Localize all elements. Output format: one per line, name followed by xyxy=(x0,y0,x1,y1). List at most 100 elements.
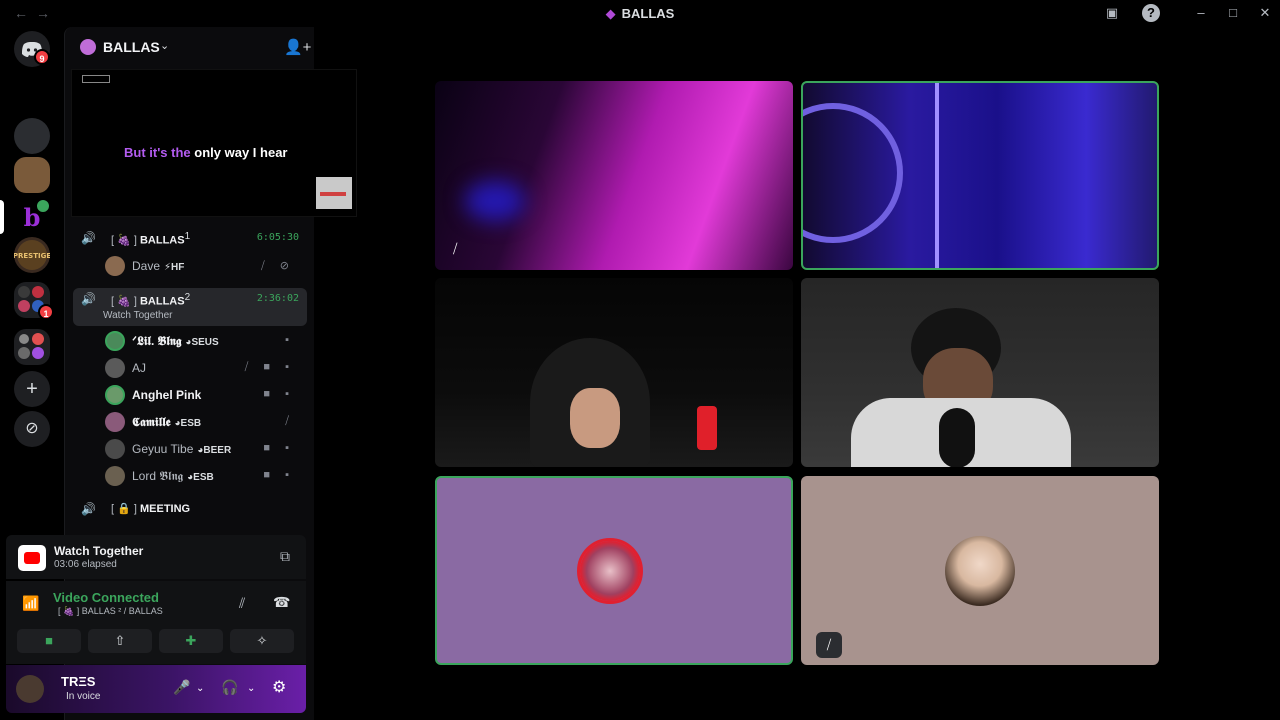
voice-channel-ballas-2[interactable]: 🔊 [ 🍇 ] BALLAS2 2:36:02 Watch Together xyxy=(73,288,307,326)
server-name: BALLAS xyxy=(103,39,160,55)
inbox-icon[interactable]: ▣ xyxy=(1103,4,1121,22)
video-tile-speaking[interactable] xyxy=(435,476,793,665)
voice-channel-meeting[interactable]: 🔊 [ 🔒 ] MEETING xyxy=(73,498,307,522)
member-status-icons: ■ ▪ xyxy=(263,469,295,481)
activity-elapsed: 03:06 elapsed xyxy=(54,559,117,570)
video-tile[interactable]: ⧸ xyxy=(801,476,1159,665)
folder-badge: 1 xyxy=(38,304,54,320)
disconnect-icon[interactable]: ☎ xyxy=(273,594,290,611)
invite-icon[interactable]: 👤+ xyxy=(284,38,311,56)
popout-icon[interactable]: ⧉ xyxy=(280,548,290,565)
voice-status-panel: 📶 Video Connected [ 🍇 ] BALLAS ² / BALLA… xyxy=(6,581,306,664)
activity-preview[interactable]: But it's the only way I hear xyxy=(71,69,357,217)
speaker-icon: 🔊 xyxy=(81,292,96,306)
camera-button[interactable]: ■ xyxy=(17,629,81,653)
lyric-line: But it's the only way I hear xyxy=(124,145,287,160)
avatar xyxy=(945,536,1015,606)
selected-pill xyxy=(0,200,4,234)
member-name-text: ᐟ𝕷𝖎𝖑. 𝕭𝖑𝖓𝖌 xyxy=(132,334,182,348)
voice-channel-ballas-1[interactable]: 🔊 [ 🍇 ] BALLAS1 6:05:30 xyxy=(73,227,307,251)
chevron-down-icon[interactable]: ⌄ xyxy=(247,683,255,694)
member-name-text: Anghel Pink xyxy=(132,388,202,402)
svg-text:PRESTIGE: PRESTIGE xyxy=(14,252,50,260)
member-name: ᐟ𝕷𝖎𝖑. 𝕭𝖑𝖓𝖌 ◕SEUS xyxy=(132,334,219,349)
gem-icon: ◆ xyxy=(605,6,616,21)
microphone-icon[interactable]: 🎤 xyxy=(173,679,190,696)
video-tile[interactable] xyxy=(801,278,1159,467)
member-name: 𝕮𝖆𝖒𝖎𝖑𝖑𝖊 ◕ESB xyxy=(132,415,201,430)
member-name-text: 𝕮𝖆𝖒𝖎𝖑𝖑𝖊 xyxy=(132,415,171,429)
member-row[interactable]: Lord 𝕭𝖑𝖓𝖌 ◕ESB ■ ▪ xyxy=(101,465,301,487)
member-name-text: Geyuu Tibe xyxy=(132,442,194,456)
help-icon[interactable]: ? xyxy=(1142,4,1160,22)
add-server-icon[interactable]: + xyxy=(14,371,50,407)
user-name: TRΞS xyxy=(61,674,96,689)
server-icon-prestige[interactable]: PRESTIGE xyxy=(13,237,51,273)
window-title-text: BALLAS xyxy=(621,6,675,21)
close-icon[interactable]: ✕ xyxy=(1256,4,1274,22)
member-status-icons: ⧸ xyxy=(285,415,295,427)
voice-status[interactable]: Video Connected xyxy=(53,590,159,605)
voice-location[interactable]: [ 🍇 ] BALLAS ² / BALLAS xyxy=(58,606,163,617)
video-tile[interactable]: ⧸ xyxy=(435,81,793,270)
member-status-icons: ⧸ ⊘ xyxy=(260,260,295,272)
member-name: Anghel Pink xyxy=(132,388,201,402)
member-tag: ◕SEUS xyxy=(185,337,219,348)
channel-bracket: [ 🍇 ] xyxy=(111,234,137,247)
video-tile-speaking[interactable] xyxy=(801,81,1159,270)
minimize-icon[interactable]: – xyxy=(1192,4,1210,22)
avatar xyxy=(105,358,125,378)
avatar[interactable] xyxy=(16,675,44,703)
settings-icon[interactable]: ⚙ xyxy=(272,677,286,697)
activity-panel[interactable]: Watch Together 03:06 elapsed ⧉ xyxy=(6,535,306,579)
member-row[interactable]: 𝕮𝖆𝖒𝖎𝖑𝖑𝖊 ◕ESB ⧸ xyxy=(101,411,301,433)
member-name-text: Lord 𝕭𝖑𝖓𝖌 xyxy=(132,469,184,483)
home-badge: 9 xyxy=(34,49,50,65)
muted-icon: ⧸ xyxy=(816,632,842,658)
channel-name: MEETING xyxy=(139,503,191,515)
channel-label: [ 🔒 ] MEETING xyxy=(111,502,190,515)
channel-label: [ 🍇 ] BALLAS1 xyxy=(111,231,190,247)
server-icon-1[interactable] xyxy=(14,118,50,154)
member-row[interactable]: Dave ⚡HF ⧸ ⊘ xyxy=(101,255,301,277)
server-header[interactable]: BALLAS ⌄ 👤+ xyxy=(65,27,315,67)
lyric-highlight: But it's the xyxy=(124,145,191,160)
avatar xyxy=(105,466,125,486)
speaker-icon: 🔊 xyxy=(81,502,96,516)
member-name: AJ xyxy=(132,361,146,375)
member-name: Geyuu Tibe ◕BEER xyxy=(132,442,231,456)
noise-suppression-icon[interactable]: ⫽ xyxy=(239,595,245,612)
explore-icon[interactable]: ⊘ xyxy=(14,411,50,447)
video-blob xyxy=(465,181,525,221)
maximize-icon[interactable]: □ xyxy=(1224,4,1242,22)
member-tag: ◕BEER xyxy=(197,445,232,456)
channel-sup: 2 xyxy=(184,292,191,303)
speaker-icon: 🔊 xyxy=(81,231,96,245)
soundboard-button[interactable]: ✧ xyxy=(230,629,294,653)
youtube-icon xyxy=(18,545,46,571)
member-status-icons: ■ ▪ xyxy=(263,442,295,454)
server-badge-icon xyxy=(80,39,96,55)
activity-button[interactable]: ✚ xyxy=(159,629,223,653)
window-title: ◆ BALLAS xyxy=(0,6,1280,22)
channel-bracket: [ 🔒 ] xyxy=(111,503,137,515)
member-row[interactable]: ᐟ𝕷𝖎𝖑. 𝕭𝖑𝖓𝖌 ◕SEUS ▪ xyxy=(101,330,301,352)
member-row[interactable]: Anghel Pink ■ ▪ xyxy=(101,384,301,406)
user-panel: TRΞS In voice 🎤 ⌄ 🎧 ⌄ ⚙ xyxy=(6,665,306,713)
avatar xyxy=(105,331,125,351)
member-row[interactable]: Geyuu Tibe ◕BEER ■ ▪ xyxy=(101,438,301,460)
server-folder-icon-2[interactable] xyxy=(14,329,50,365)
chevron-down-icon[interactable]: ⌄ xyxy=(196,683,204,694)
member-row[interactable]: AJ ⧸ ■ ▪ xyxy=(101,357,301,379)
server-icon-2[interactable] xyxy=(14,157,50,193)
headset-icon[interactable]: 🎧 xyxy=(221,679,238,696)
fan-ring xyxy=(803,103,903,243)
video-tile[interactable] xyxy=(435,278,793,467)
member-name-text: AJ xyxy=(132,361,147,375)
channel-timer: 6:05:30 xyxy=(256,232,299,243)
activity-badge-icon xyxy=(35,198,51,214)
user-status: In voice xyxy=(66,691,101,702)
screen-share-button[interactable]: ⇧ xyxy=(88,629,152,653)
muted-icon: ⧸ xyxy=(453,241,458,256)
face-shape xyxy=(570,388,620,448)
